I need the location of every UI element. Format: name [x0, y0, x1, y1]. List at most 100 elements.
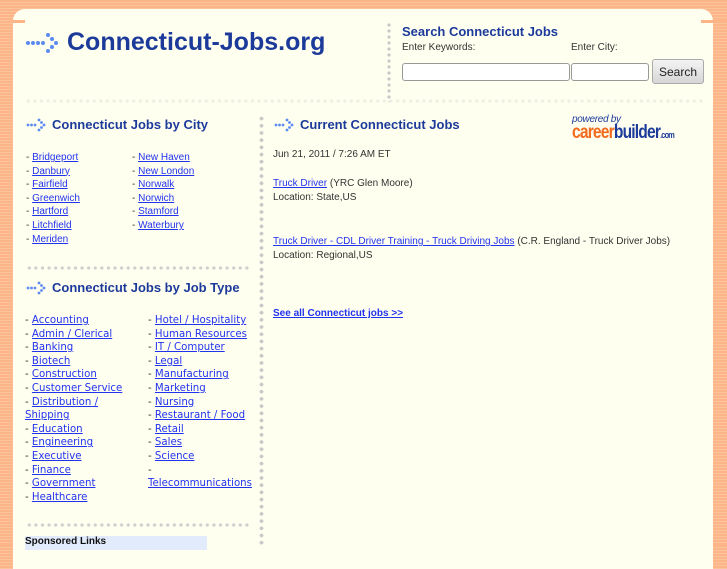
list-item: - Customer Service — [25, 382, 123, 394]
list-item-link[interactable]: New Haven — [138, 152, 190, 163]
dotted-arrow-icon — [274, 118, 294, 132]
list-item-link[interactable]: Fairfield — [32, 179, 68, 190]
list-item-link[interactable]: Manufacturing — [155, 369, 229, 380]
search-panel: Search Connecticut Jobs Enter Keywords: … — [402, 24, 705, 84]
list-item: - Education — [25, 423, 83, 435]
job-location: Location: State,US — [273, 192, 357, 203]
list-item-link[interactable]: Sales — [155, 437, 182, 448]
job-listing: Truck Driver (YRC Glen Moore) Location: … — [273, 177, 413, 205]
list-item: - Banking — [25, 342, 74, 354]
list-item: - Fairfield — [26, 179, 68, 191]
list-item-link[interactable]: Construction — [32, 369, 97, 380]
list-item: - Retail — [148, 423, 184, 435]
list-item: - Meriden — [26, 233, 69, 245]
list-item: - Telecommunications — [148, 464, 252, 490]
list-item-link[interactable]: Legal — [155, 356, 182, 367]
see-all-jobs-link[interactable]: See all Connecticut jobs >> — [273, 308, 403, 319]
list-item-link[interactable]: Distribution / Shipping — [25, 397, 98, 422]
list-item: - Norwich — [132, 192, 175, 204]
list-item: - Finance — [25, 464, 71, 476]
brand-career: career — [572, 122, 615, 143]
job-company: (C.R. England - Truck Driver Jobs) — [517, 236, 671, 247]
list-item: - Admin / Clerical — [25, 328, 113, 340]
list-item-link[interactable]: Marketing — [155, 383, 206, 394]
list-item-link[interactable]: Meriden — [32, 234, 68, 245]
list-item-link[interactable]: Science — [155, 451, 195, 462]
list-item: - Manufacturing — [148, 369, 229, 381]
type-list-col1: - Accounting - Admin / Clerical - Banking -… — [25, 314, 145, 504]
list-item-link[interactable]: Government — [32, 478, 96, 489]
list-item: - Norwalk — [132, 179, 175, 191]
list-item-link[interactable]: Bridgeport — [32, 152, 78, 163]
list-item-link[interactable]: Executive — [32, 451, 82, 462]
list-item: - Distribution / Shipping — [25, 396, 99, 422]
list-item-link[interactable]: Education — [32, 424, 83, 435]
list-item-link[interactable]: Litchfield — [32, 220, 71, 231]
dotted-arrow-icon — [25, 32, 59, 54]
list-item: - Hotel / Hospitality — [148, 315, 247, 326]
column-divider — [259, 115, 264, 545]
search-button[interactable]: Search — [652, 59, 705, 84]
list-item: - Legal — [148, 355, 183, 367]
list-item: - Nursing — [148, 396, 195, 408]
list-item-link[interactable]: Healthcare — [32, 492, 88, 503]
brand-com: .com — [660, 130, 675, 140]
list-item-link[interactable]: Norwich — [138, 193, 174, 204]
site-title: Connecticut-Jobs.org — [67, 28, 326, 56]
type-section-title: Connecticut Jobs by Job Type — [26, 280, 240, 295]
section-divider — [26, 266, 250, 270]
type-section-heading: Connecticut Jobs by Job Type — [52, 280, 240, 295]
list-item-link[interactable]: Danbury — [32, 166, 70, 177]
job-title-link[interactable]: Truck Driver - CDL Driver Training - Tru… — [273, 236, 515, 247]
list-item: - Healthcare — [25, 491, 88, 503]
list-item-link[interactable]: Retail — [155, 424, 184, 435]
keywords-input[interactable] — [402, 62, 570, 81]
type-list-col2: - Hotel / Hospitality - Human Resources - … — [148, 314, 258, 491]
list-item-link[interactable]: Nursing — [155, 397, 194, 408]
timestamp: Jun 21, 2011 / 7:26 AM ET — [273, 149, 391, 160]
list-item: - Litchfield — [26, 219, 72, 231]
header-divider — [387, 22, 391, 102]
see-all-jobs: See all Connecticut jobs >> — [273, 308, 403, 319]
list-item: - Danbury — [26, 165, 70, 177]
sponsored-links-header: Sponsored Links — [25, 536, 207, 550]
list-item-link[interactable]: Restaurant / Food — [155, 410, 245, 421]
list-item-link[interactable]: Accounting — [32, 315, 89, 326]
list-item-link[interactable]: Human Resources — [155, 329, 247, 340]
dotted-arrow-icon — [26, 118, 46, 132]
job-listing: Truck Driver - CDL Driver Training - Tru… — [273, 235, 670, 263]
careerbuilder-logo[interactable]: powered by careerbuilder.com — [572, 115, 696, 143]
list-item: - Biotech — [25, 355, 71, 367]
list-item-link[interactable]: Norwalk — [138, 179, 174, 190]
list-item-link[interactable]: Greenwich — [32, 193, 80, 204]
list-item-link[interactable]: Banking — [32, 342, 73, 353]
keywords-label: Enter Keywords: — [402, 42, 476, 53]
list-item-link[interactable]: Hotel / Hospitality — [155, 315, 246, 326]
brand-builder: builder — [613, 122, 661, 143]
list-item: - Sales — [148, 437, 183, 449]
list-item: - New London — [132, 165, 195, 177]
city-input[interactable] — [571, 62, 649, 81]
list-item: - Waterbury — [132, 219, 184, 231]
list-item-link[interactable]: Biotech — [32, 356, 70, 367]
list-item-link[interactable]: Stamford — [138, 206, 179, 217]
city-list-col1: - Bridgeport - Danbury - Fairfield - Greenw… — [26, 151, 80, 246]
current-jobs-title: Current Connecticut Jobs — [274, 117, 460, 132]
list-item-link[interactable]: Customer Service — [32, 383, 122, 394]
list-item: - IT / Computer — [148, 342, 225, 354]
list-item-link[interactable]: Admin / Clerical — [32, 329, 112, 340]
list-item-link[interactable]: Waterbury — [138, 220, 184, 231]
list-item-link[interactable]: Engineering — [32, 437, 93, 448]
list-item: - New Haven — [132, 152, 190, 163]
list-item: - Marketing — [148, 382, 206, 394]
list-item: - Greenwich — [26, 192, 80, 204]
job-title-link[interactable]: Truck Driver — [273, 178, 327, 189]
city-list-col2: - New Haven - New London - Norwalk - Norwic… — [132, 151, 194, 233]
list-item-link[interactable]: IT / Computer — [155, 342, 225, 353]
dotted-arrow-icon — [26, 281, 46, 295]
list-item-link[interactable]: Hartford — [32, 206, 68, 217]
site-logo[interactable]: Connecticut-Jobs.org — [25, 28, 325, 57]
list-item-link[interactable]: Finance — [32, 465, 71, 476]
list-item-link[interactable]: New London — [138, 166, 194, 177]
list-item-link[interactable]: Telecommunications — [148, 478, 252, 489]
